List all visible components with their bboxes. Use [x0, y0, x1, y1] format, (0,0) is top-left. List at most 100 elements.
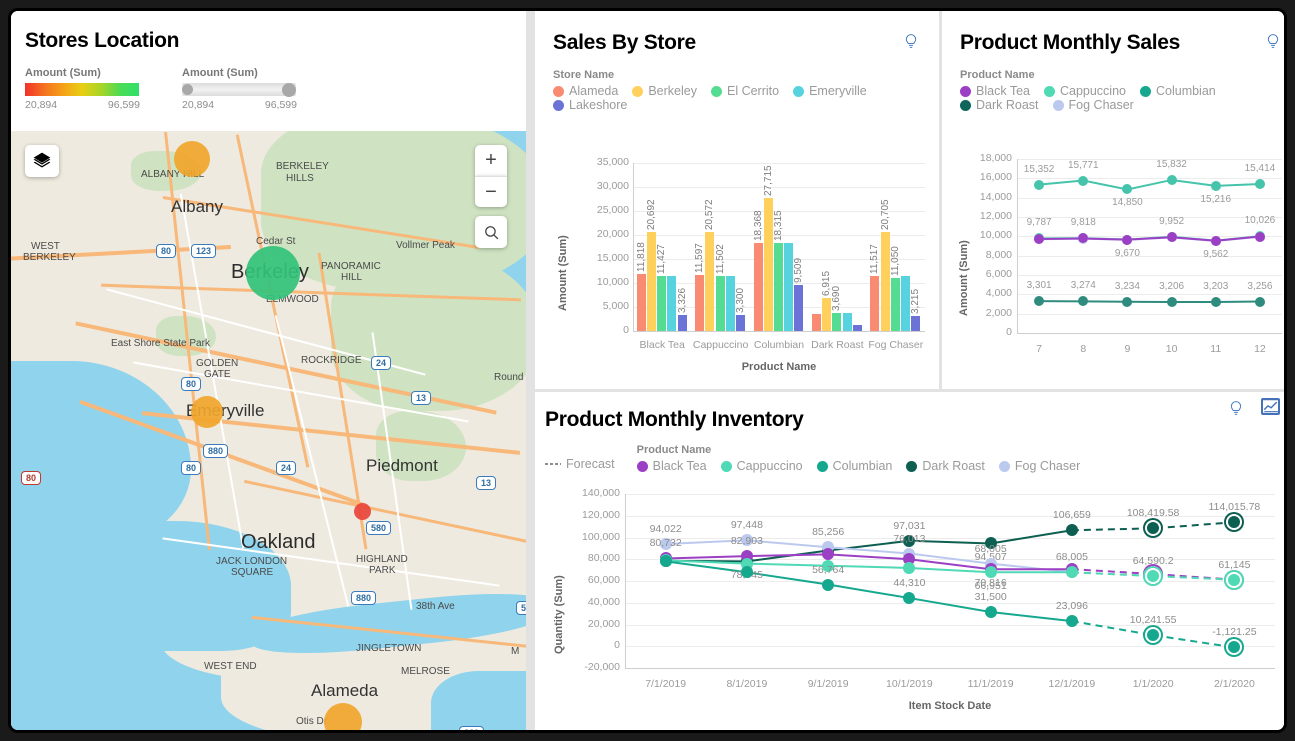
color-legend-max: 96,599	[107, 99, 140, 111]
bar[interactable]	[725, 275, 735, 331]
sales-legend-item[interactable]: Alameda	[553, 84, 618, 98]
pmi-legend-item[interactable]: Columbian	[816, 459, 892, 473]
data-point[interactable]	[1166, 297, 1177, 307]
data-label: 114,015.78	[1208, 501, 1261, 514]
sales-bar-chart[interactable]: Amount (Sum) 0 5,000 10,000 15,000 20,000 25,0…	[535, 141, 939, 381]
bar[interactable]	[763, 197, 773, 331]
y-axis-tick: 20,000	[596, 228, 629, 240]
size-slider[interactable]	[182, 83, 296, 97]
data-point[interactable]	[1065, 615, 1078, 628]
data-point[interactable]	[1210, 180, 1221, 191]
bar[interactable]	[822, 297, 832, 331]
map-canvas[interactable]: + − ALBANY HILL Albany BERKELEY HILLS Cedar …	[11, 131, 526, 730]
lightbulb-icon	[905, 34, 917, 48]
pmi-line-chart[interactable]: Quantity (Sum) -20,000 0 20,000 40,000 60,000…	[535, 474, 1284, 730]
pmi-legend-item[interactable]: Cappuccino	[720, 459, 803, 473]
pmi-legend-item[interactable]: Dark Roast	[906, 459, 985, 473]
sales-legend-item[interactable]: Lakeshore	[553, 98, 627, 112]
x-axis-tick: 9/1/2019	[807, 678, 849, 690]
bar[interactable]	[794, 285, 804, 331]
bar[interactable]	[842, 313, 852, 331]
data-point[interactable]	[984, 566, 997, 579]
zoom-out-button[interactable]: −	[475, 176, 507, 207]
pms-legend-item[interactable]: Columbian	[1139, 84, 1216, 98]
bar[interactable]	[657, 276, 667, 331]
product-monthly-inventory-title: Product Monthly Inventory	[545, 408, 804, 431]
bar-value-label: 18,315	[772, 210, 784, 242]
store-bubble-berkeley[interactable]	[246, 246, 300, 300]
bar[interactable]	[735, 315, 746, 331]
pmi-chart-toggle-button[interactable]	[1261, 398, 1280, 415]
sales-hint-button[interactable]	[903, 33, 919, 56]
pms-legend-item[interactable]: Fog Chaser	[1052, 98, 1134, 112]
bar[interactable]	[677, 315, 687, 331]
data-point[interactable]	[1210, 297, 1221, 308]
pms-legend-item[interactable]: Cappuccino	[1043, 84, 1126, 98]
bar[interactable]	[852, 324, 862, 331]
bar[interactable]	[773, 243, 784, 331]
data-point[interactable]	[1210, 235, 1221, 246]
bar[interactable]	[811, 314, 822, 331]
store-bubble-albany[interactable]	[174, 141, 210, 177]
data-point[interactable]	[1254, 296, 1265, 307]
highway-shield: 580	[516, 601, 526, 615]
bar[interactable]	[646, 231, 657, 331]
map-label: Alameda	[311, 681, 379, 700]
store-bubble-emeryville[interactable]	[191, 396, 223, 428]
pms-hint-button[interactable]	[1265, 33, 1281, 56]
bar[interactable]	[753, 242, 763, 331]
bar[interactable]	[890, 277, 900, 331]
bar[interactable]	[900, 276, 911, 331]
data-point[interactable]	[1166, 174, 1177, 185]
bar[interactable]	[705, 232, 715, 331]
data-label: 10,026	[1244, 215, 1276, 227]
color-gradient-bar	[25, 83, 139, 96]
pmi-legend[interactable]: Black Tea Cappuccino Columbian Dark Roast Fo…	[636, 459, 1080, 473]
legend-label: Fog Chaser	[1068, 98, 1134, 112]
pms-legend-item[interactable]: Dark Roast	[960, 98, 1039, 112]
bar[interactable]	[870, 275, 880, 331]
pms-line-chart[interactable]: Amount (Sum) 0 2,000 4,000 6,000 8,000 10,000 1…	[942, 141, 1284, 381]
layers-button[interactable]	[25, 145, 59, 177]
bar[interactable]	[636, 274, 646, 331]
data-point[interactable]	[1254, 231, 1265, 242]
legend-label: Dark Roast	[922, 459, 985, 473]
legend-label: Berkeley	[648, 84, 697, 98]
size-slider-knob-max[interactable]	[282, 83, 296, 97]
sales-legend-item[interactable]: Berkeley	[632, 84, 697, 98]
pmi-hint-button[interactable]	[1228, 400, 1244, 423]
sales-legend[interactable]: Alameda Berkeley El Cerrito Emeryville Lakes…	[553, 84, 939, 112]
data-point[interactable]	[659, 555, 672, 568]
store-bubble-lakeshore[interactable]	[354, 503, 371, 520]
sales-legend-item[interactable]: El Cerrito	[710, 84, 780, 98]
sales-legend-caption: Store Name	[553, 69, 615, 81]
bar[interactable]	[715, 275, 725, 331]
data-point[interactable]	[1078, 175, 1089, 186]
pmi-legend-item[interactable]: Fog Chaser	[998, 459, 1080, 473]
data-point[interactable]	[1122, 234, 1133, 245]
bar-value-label: 20,692	[645, 199, 657, 230]
map-search-button[interactable]	[475, 216, 507, 248]
zoom-in-button[interactable]: +	[475, 145, 507, 176]
data-label: 106,659	[1052, 509, 1091, 522]
bar[interactable]	[695, 275, 705, 331]
data-point[interactable]	[822, 578, 835, 591]
y-axis-line	[633, 163, 634, 331]
pms-legend-item[interactable]: Black Tea	[960, 84, 1030, 98]
bar[interactable]	[832, 313, 842, 331]
bar[interactable]	[911, 315, 921, 331]
sales-legend-item[interactable]: Emeryville	[793, 84, 867, 98]
pmi-legend-item[interactable]: Black Tea	[636, 459, 707, 473]
data-point[interactable]	[1254, 178, 1265, 189]
highway-shield: 80	[156, 244, 177, 258]
bar[interactable]	[667, 276, 677, 331]
data-point[interactable]	[1166, 232, 1177, 243]
pms-legend[interactable]: Black Tea Cappuccino Columbian Dark Roast Fo…	[960, 84, 1230, 112]
data-point[interactable]	[984, 605, 997, 618]
size-slider-knob-min[interactable]	[182, 84, 193, 95]
legend-label: El Cerrito	[726, 84, 780, 98]
bar[interactable]	[784, 242, 794, 331]
bar[interactable]	[880, 231, 890, 331]
data-point[interactable]	[1034, 179, 1045, 190]
bar-value-label: 20,705	[879, 199, 891, 230]
